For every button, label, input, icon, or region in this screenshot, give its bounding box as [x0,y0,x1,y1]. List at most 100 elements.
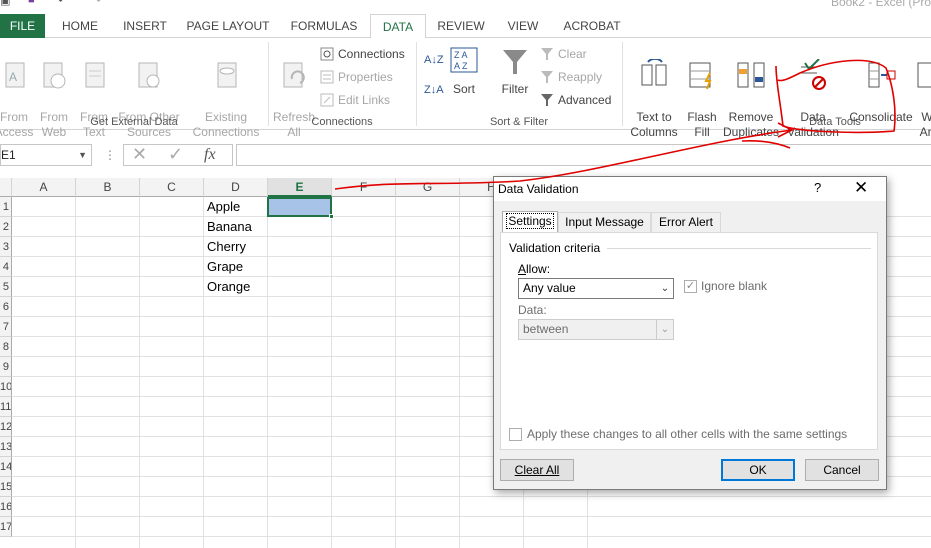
row-header[interactable]: 4 [0,257,12,277]
fill-handle[interactable] [329,214,334,219]
ribbon: A From Access From Web From Text From Ot… [0,38,931,139]
cancel-entry-icon[interactable]: ✕ [132,144,147,165]
sort-button[interactable]: Z AA Z Sort [446,46,482,97]
row-header[interactable]: 14 [0,457,12,477]
group-separator [622,42,623,126]
redo-icon[interactable]: ↷ [92,0,101,7]
text-file-icon [78,59,110,93]
tab-page-layout[interactable]: PAGE LAYOUT [183,14,273,38]
row-header[interactable]: 12 [0,417,12,437]
ignore-blank-label: Ignore blank [701,279,768,293]
flash-fill-button[interactable]: Flash Fill [684,44,720,140]
filter-button[interactable]: Filter [496,46,534,97]
row-header[interactable]: 13 [0,437,12,457]
sort-az-button[interactable]: A↓Z [424,50,444,70]
tab-error-alert[interactable]: Error Alert [651,212,721,232]
chevron-down-icon[interactable]: ⌄ [656,320,673,339]
column-header-f[interactable]: F [332,178,396,197]
tab-formulas[interactable]: FORMULAS [284,14,364,38]
row-header[interactable]: 1 [0,197,12,217]
group-separator [416,42,417,126]
gridline [12,496,931,497]
advanced-filter-button[interactable]: Advanced [540,90,611,110]
cell-d5[interactable]: Orange [204,277,268,297]
row-header[interactable]: 17 [0,517,12,537]
column-header-c[interactable]: C [140,178,204,197]
reapply-icon [540,70,554,84]
validation-criteria-heading: Validation criteria [509,241,601,255]
group-label-sort-filter: Sort & Filter [489,116,549,128]
properties-icon [320,70,334,84]
flash-fill-icon [686,59,718,93]
formula-input[interactable] [236,144,931,166]
tab-acrobat[interactable]: ACROBAT [556,14,628,38]
confirm-entry-icon[interactable]: ✓ [168,144,183,165]
ok-button[interactable]: OK [721,459,795,481]
save-icon[interactable]: ■ [28,0,35,6]
properties-button[interactable]: Properties [320,67,393,87]
row-header[interactable]: 15 [0,477,12,497]
row-header[interactable]: 2 [0,217,12,237]
row-header[interactable]: 5 [0,277,12,297]
row-header[interactable]: 9 [0,357,12,377]
tab-file[interactable]: FILE [0,14,45,38]
text-to-columns-button[interactable]: Text to Columns [626,44,682,140]
tab-settings[interactable]: Settings [502,211,558,233]
row-header[interactable]: 11 [0,397,12,417]
reapply-button[interactable]: Reapply [540,67,602,87]
column-header-a[interactable]: A [12,178,76,197]
web-icon [38,59,70,93]
tab-input-message[interactable]: Input Message [558,212,651,232]
dialog-title-bar[interactable]: Data Validation ? ✕ [494,177,886,201]
column-header-b[interactable]: B [76,178,140,197]
ignore-blank-checkbox[interactable]: ✓ [684,280,697,293]
row-header[interactable]: 7 [0,317,12,337]
select-all-corner[interactable] [0,178,12,197]
cell-d4[interactable]: Grape [204,257,268,277]
formula-buttons: ✕ ✓ fx [123,144,233,166]
insert-function-icon[interactable]: fx [204,146,216,164]
row-header[interactable]: 16 [0,497,12,517]
clear-filter-button[interactable]: Clear [540,44,587,64]
remove-duplicates-icon [735,59,767,93]
row-header[interactable]: 8 [0,337,12,357]
cancel-button[interactable]: Cancel [805,459,879,481]
allow-select[interactable]: Any value ⌄ [518,278,674,299]
tab-view[interactable]: VIEW [498,14,548,38]
sort-za-button[interactable]: Z↓A [424,80,444,100]
cell-d3[interactable]: Cherry [204,237,268,257]
edit-links-button[interactable]: Edit Links [320,90,390,110]
cell-d1[interactable]: Apple [204,197,268,217]
close-icon[interactable]: ✕ [854,178,868,198]
column-header-d[interactable]: D [204,178,268,197]
remove-duplicates-button[interactable]: Remove Duplicates [722,44,780,140]
apply-all-checkbox[interactable] [509,428,522,441]
row-header[interactable]: 6 [0,297,12,317]
tab-review[interactable]: REVIEW [432,14,490,38]
row-header[interactable]: 3 [0,237,12,257]
gridline [395,197,396,548]
undo-icon[interactable]: ↶ [58,0,67,7]
chevron-down-icon[interactable]: ⌄ [656,279,673,298]
clear-all-button[interactable]: Clear All [500,459,574,481]
formula-bar-grip[interactable]: ⋮ [104,148,116,162]
column-header-g[interactable]: G [396,178,460,197]
consolidate-button[interactable]: Consolidate [846,44,916,125]
advanced-filter-icon [540,93,554,107]
group-label-data-tools: Data Tools [809,116,861,128]
allow-label: Allow: [518,262,551,276]
connections-button[interactable]: Connections [320,44,405,64]
what-if-analysis-button[interactable]: W An [912,44,931,140]
apply-all-label: Apply these changes to all other cells w… [527,427,848,441]
tab-data[interactable]: DATA [370,14,426,39]
tab-home[interactable]: HOME [52,14,108,38]
data-operator-select[interactable]: between ⌄ [518,319,674,340]
name-box[interactable]: E1 ▼ [0,144,92,166]
help-icon[interactable]: ? [814,180,821,195]
column-header-e[interactable]: E [268,178,332,197]
tab-insert[interactable]: INSERT [116,14,174,38]
cell-d2[interactable]: Banana [204,217,268,237]
chevron-down-icon[interactable]: ▼ [78,145,87,165]
row-header[interactable]: 10 [0,377,12,397]
selected-cell-e1[interactable] [267,197,334,219]
